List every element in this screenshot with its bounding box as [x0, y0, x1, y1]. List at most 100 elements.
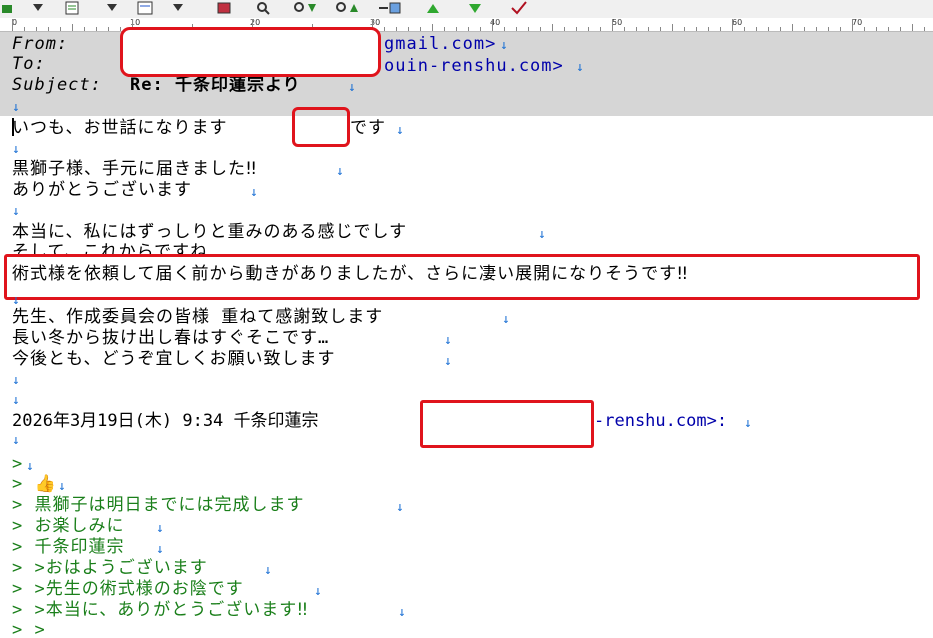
check-icon[interactable] — [508, 0, 530, 16]
ruler-label: 70 — [852, 18, 863, 27]
compose-icon[interactable] — [62, 0, 82, 16]
ruler-tick — [564, 27, 565, 31]
body-line-4: 本当に、私にはずっしりと重みのある感じでしす — [12, 222, 408, 242]
ruler-tick — [804, 27, 805, 31]
ruler-tick — [888, 27, 889, 31]
ruler-tick — [36, 27, 37, 31]
ruler-tick — [912, 24, 913, 31]
newline-mark: ↓ — [12, 393, 21, 408]
newline-mark: ↓ — [444, 333, 453, 348]
ruler-tick — [456, 27, 457, 31]
newline-mark: ↓ — [398, 605, 407, 620]
ruler-tick — [384, 27, 385, 31]
body-line-8: 長い冬から抜け出し春はすぐそこです… — [12, 328, 330, 348]
newline-mark: ↓ — [264, 563, 273, 578]
dropdown-icon[interactable] — [104, 0, 120, 16]
newline-mark: ↓ — [12, 142, 21, 157]
newline-mark: ↓ — [12, 373, 21, 388]
ruler-tick — [408, 27, 409, 31]
ruler-tick — [924, 27, 925, 31]
reply-sender-address[interactable]: -renshu.com>: — [594, 411, 727, 431]
quoted-line-5: > >おはようございます — [12, 558, 208, 578]
dropdown-icon[interactable] — [170, 0, 186, 16]
quoted-line-3: > お楽しみに — [12, 516, 125, 536]
ruler-tick — [600, 27, 601, 31]
ruler-tick — [816, 27, 817, 31]
quoted-line-4: > 千条印蓮宗 — [12, 537, 125, 557]
next-down-icon[interactable] — [464, 0, 486, 16]
to-address[interactable]: ouin-renshu.com> — [384, 56, 564, 76]
ruler-tick — [108, 27, 109, 31]
body-line-5: そして、これからですね… — [12, 242, 220, 254]
search-icon[interactable] — [252, 0, 274, 16]
ruler-tick — [708, 27, 709, 31]
ruler-tick — [48, 27, 49, 31]
ruler-tick — [900, 27, 901, 31]
from-label: From: — [12, 34, 69, 54]
ruler-tick — [420, 27, 421, 31]
ruler-tick — [84, 27, 85, 31]
from-address[interactable]: gmail.com> — [384, 34, 496, 54]
newline-mark: ↓ — [396, 500, 405, 515]
redaction-box-name — [292, 107, 350, 147]
reply-icon[interactable] — [0, 0, 14, 16]
quoted-line-8: > > — [12, 620, 46, 634]
newline-mark: ↓ — [396, 123, 405, 138]
ruler-tick — [504, 27, 505, 31]
ruler-tick — [540, 27, 541, 31]
newline-mark: ↓ — [12, 100, 21, 115]
ruler-tick — [672, 24, 673, 31]
ruler-tick — [516, 27, 517, 31]
header-subject-line: Subject: — [12, 75, 102, 95]
dropdown-icon[interactable] — [30, 0, 46, 16]
ruler-tick — [444, 27, 445, 31]
ruler-tick — [72, 24, 73, 31]
newline-mark: ↓ — [576, 60, 585, 75]
body-line-9: 今後とも、どうぞ宜しくお願い致します — [12, 349, 336, 369]
ruler-tick — [684, 27, 685, 31]
header-from-line: From: — [12, 34, 68, 54]
body-line-7: 先生、作成委員会の皆様 重ねて感謝致します — [12, 307, 384, 327]
ruler-tick — [468, 27, 469, 31]
redaction-box-address — [420, 400, 594, 448]
body-line-3: ありがとうございます — [12, 180, 192, 200]
search-up-icon[interactable] — [332, 0, 362, 16]
body-line-1b: です — [350, 118, 386, 138]
to-label: To: — [12, 54, 46, 74]
newline-mark: ↓ — [156, 521, 165, 536]
ruler-tick — [744, 27, 745, 31]
newline-mark: ↓ — [250, 185, 259, 200]
search-down-icon[interactable] — [290, 0, 320, 16]
body-line-2: 黒獅子様、手元に届きました‼ — [12, 159, 258, 179]
note-icon[interactable] — [134, 0, 156, 16]
prev-up-icon[interactable] — [422, 0, 444, 16]
ruler-tick — [12, 19, 13, 31]
newline-mark: ↓ — [500, 38, 509, 53]
ruler-tick — [528, 27, 529, 31]
newline-mark: ↓ — [538, 227, 547, 242]
ruler-label: 60 — [732, 18, 743, 27]
highlight-box-line — [4, 254, 920, 300]
newline-mark: ↓ — [58, 479, 67, 494]
ruler-tick — [60, 27, 61, 31]
newline-mark: ↓ — [744, 416, 753, 431]
ruler-tick — [492, 19, 493, 31]
ruler-tick — [792, 24, 793, 31]
reply-date-line: 2026年3月19日(木) 9:34 千条印蓮宗 — [12, 411, 319, 431]
attach-icon[interactable] — [376, 0, 404, 16]
header-to-line: To: — [12, 54, 46, 74]
ruler-tick — [660, 27, 661, 31]
ruler-tick — [780, 27, 781, 31]
ruler-tick — [732, 19, 733, 31]
newline-mark: ↓ — [336, 164, 345, 179]
print-icon[interactable] — [212, 0, 236, 16]
quoted-line-2: > 黒獅子は明日までには完成します — [12, 495, 305, 515]
newline-mark: ↓ — [156, 542, 165, 557]
newline-mark: ↓ — [348, 80, 357, 95]
ruler-tick — [828, 27, 829, 31]
ruler-tick — [432, 24, 433, 31]
subject-value: Re: 千条印蓮宗より — [130, 75, 301, 95]
ruler-tick — [864, 27, 865, 31]
ruler-tick — [624, 27, 625, 31]
ruler-tick — [480, 27, 481, 31]
